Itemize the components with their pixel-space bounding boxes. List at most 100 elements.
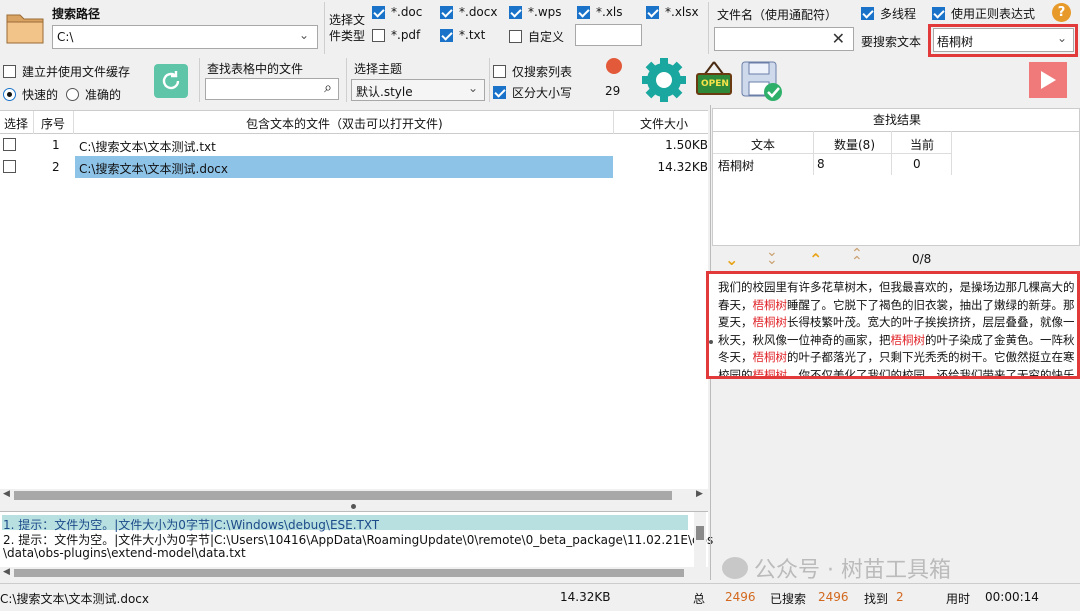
status-path: C:\搜索文本\文本测试.docx	[0, 592, 149, 606]
type-doc-option[interactable]: *.doc	[372, 5, 422, 19]
regex-checkbox[interactable]	[932, 7, 945, 20]
build-cache-checkbox[interactable]	[3, 65, 16, 78]
col-header-file[interactable]: 包含文本的文件（双击可以打开文件)	[246, 115, 443, 132]
first-match-icon[interactable]: ⌃ ⌃	[851, 247, 863, 269]
accurate-radio[interactable]	[66, 88, 79, 101]
table-search-label: 查找表格中的文件	[207, 62, 304, 76]
fast-radio[interactable]	[3, 88, 16, 101]
scrollbar-thumb[interactable]	[14, 569, 684, 577]
result-title: 查找结果	[872, 113, 921, 127]
preview-text: 我们的校园里有许多花草树木，但我最喜欢的，是操场边那几棵高大的	[718, 280, 1075, 294]
log-hscrollbar[interactable]: ◀	[0, 567, 708, 579]
next-match-icon[interactable]: ⌄	[725, 250, 738, 269]
status-searched: 2496	[818, 590, 849, 604]
build-cache-option[interactable]: 建立并使用文件缓存	[3, 63, 130, 80]
type-docx-checkbox[interactable]	[440, 5, 453, 19]
case-sensitive-checkbox[interactable]	[493, 86, 506, 99]
table-row[interactable]: 1 C:\搜索文本\文本测试.txt 1.50KB	[0, 134, 708, 156]
status-total: 2496	[725, 590, 756, 604]
pin-icon[interactable]	[606, 58, 622, 74]
result-row-text[interactable]: 梧桐树	[718, 157, 754, 174]
preview-text-area[interactable]: 我们的校园里有许多花草树木，但我最喜欢的，是操场边那几棵高大的 春天，梧桐树睡醒了…	[706, 271, 1080, 379]
type-doc-checkbox[interactable]	[372, 5, 385, 19]
case-sensitive-option[interactable]: 区分大小写	[493, 84, 572, 101]
open-sign-icon[interactable]: OPEN	[695, 60, 733, 98]
watermark: 公众号 · 树苗工具箱	[722, 552, 951, 584]
file-type-label: 选择文件类型	[329, 13, 366, 43]
preview-text: 夏天，	[718, 315, 753, 329]
file-table-hscrollbar[interactable]: ◀ ▶	[0, 489, 708, 502]
fast-mode-option[interactable]: 快速的	[3, 86, 58, 103]
result-row-current: 0	[913, 157, 921, 171]
type-wps-option[interactable]: *.wps	[509, 5, 562, 19]
status-found: 2	[896, 590, 904, 604]
type-xls-checkbox[interactable]	[577, 5, 590, 19]
type-wps-checkbox[interactable]	[509, 5, 522, 19]
col-header-index[interactable]: 序号	[41, 115, 65, 132]
type-xls-option[interactable]: *.xls	[577, 5, 623, 19]
row-select-checkbox[interactable]	[3, 160, 16, 173]
count-value: 29	[605, 84, 621, 98]
type-pdf-checkbox[interactable]	[372, 28, 385, 42]
play-button[interactable]	[1029, 62, 1067, 98]
custom-type-input[interactable]	[575, 24, 642, 46]
type-xlsx-checkbox[interactable]	[646, 5, 659, 19]
table-search-input[interactable]: ⌕	[205, 78, 339, 100]
refresh-icon[interactable]	[154, 64, 188, 98]
status-total-label: 总	[693, 592, 706, 606]
status-size: 14.32KB	[560, 590, 611, 604]
result-header-count[interactable]: 数量(8)	[834, 136, 875, 153]
table-row[interactable]: 2 C:\搜索文本\文本测试.docx 14.32KB	[0, 156, 708, 178]
result-header-current[interactable]: 当前	[910, 136, 934, 153]
only-list-option[interactable]: 仅搜索列表	[493, 63, 572, 80]
splitter-grip[interactable]	[709, 340, 713, 344]
row-select-checkbox[interactable]	[3, 138, 16, 151]
filename-label: 文件名（使用通配符）	[717, 8, 838, 22]
log-line[interactable]: \data\obs-plugins\extend-model\data.txt	[3, 546, 246, 560]
search-path-combo[interactable]: C:\ ⌄	[52, 25, 318, 49]
status-bar: C:\搜索文本\文本测试.docx 14.32KB 总 2496 已搜索 249…	[0, 583, 1080, 611]
splitter-grip[interactable]	[351, 504, 356, 509]
regex-option[interactable]: 使用正则表达式	[932, 5, 1035, 22]
type-pdf-option[interactable]: *.pdf	[372, 28, 420, 42]
chevron-down-icon: ⌄	[298, 28, 309, 42]
multithread-checkbox[interactable]	[861, 7, 874, 20]
folder-icon[interactable]	[4, 6, 46, 48]
chevron-down-icon: ⌄	[1056, 31, 1067, 45]
clear-icon[interactable]: ✕	[832, 29, 845, 48]
help-icon[interactable]: ?	[1052, 3, 1071, 22]
only-list-checkbox[interactable]	[493, 65, 506, 78]
search-path-value: C:\	[57, 30, 74, 44]
accurate-mode-option[interactable]: 准确的	[66, 86, 121, 103]
type-txt-checkbox[interactable]	[440, 28, 453, 42]
type-custom-checkbox[interactable]	[509, 30, 522, 43]
save-icon[interactable]	[740, 60, 784, 102]
status-time-label: 用时	[946, 592, 971, 606]
col-header-size[interactable]: 文件大小	[640, 115, 688, 132]
prev-match-icon[interactable]: ⌃	[809, 250, 822, 269]
search-text-combo[interactable]: 梧桐树 ⌄	[933, 28, 1074, 52]
type-xlsx-option[interactable]: *.xlsx	[646, 5, 699, 19]
settings-gear-icon[interactable]	[641, 57, 687, 103]
multithread-option[interactable]: 多线程	[861, 5, 916, 22]
row-path[interactable]: C:\搜索文本\文本测试.docx	[79, 160, 228, 177]
theme-combo[interactable]: 默认.style ⌄	[351, 79, 485, 101]
col-header-select[interactable]: 选择	[4, 115, 28, 132]
preview-text: 冬天，	[718, 350, 753, 364]
search-path-label: 搜索路径	[52, 7, 101, 21]
log-vscrollbar[interactable]	[694, 512, 706, 568]
row-path[interactable]: C:\搜索文本\文本测试.txt	[79, 138, 216, 155]
result-header-text[interactable]: 文本	[751, 136, 775, 153]
last-match-icon[interactable]: ⌄ ⌄	[766, 245, 778, 267]
type-txt-option[interactable]: *.txt	[440, 28, 485, 42]
type-docx-option[interactable]: *.docx	[440, 5, 497, 19]
preview-text: 秋天，秋风像一位神奇的画家，把	[718, 332, 891, 347]
wechat-icon	[722, 557, 748, 579]
preview-text: 睡醒了。它脱下了褐色的旧衣裳，抽出了嫩绿的新芽。那	[787, 297, 1075, 312]
match-highlight: 梧桐树	[752, 367, 788, 379]
search-text-label: 要搜索文本	[861, 35, 922, 49]
filename-input[interactable]: ✕	[714, 27, 854, 51]
scrollbar-thumb[interactable]	[14, 491, 672, 500]
type-custom-option[interactable]: 自定义	[509, 28, 564, 45]
search-icon[interactable]: ⌕	[324, 80, 332, 96]
